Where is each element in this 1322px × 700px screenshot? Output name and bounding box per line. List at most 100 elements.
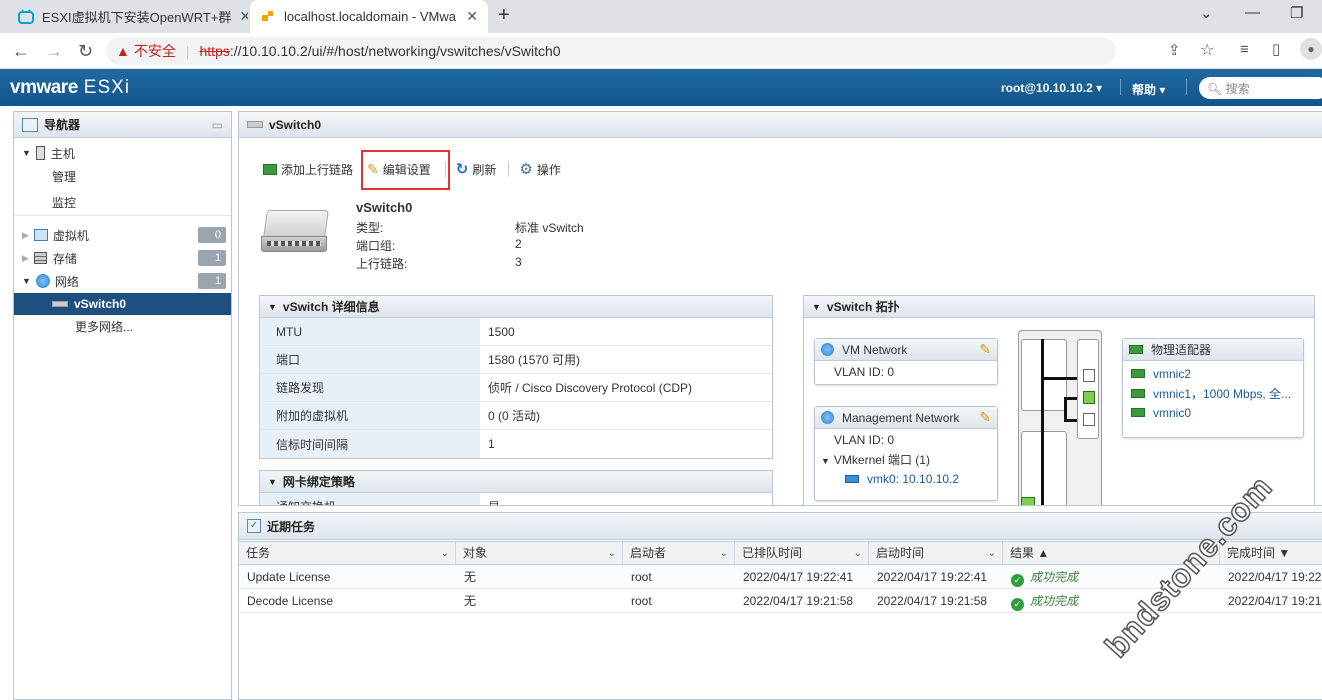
- chevron-down-icon[interactable]: ⌄: [441, 542, 449, 565]
- refresh-button[interactable]: ↻ 刷新: [456, 160, 497, 178]
- user-menu[interactable]: root@10.10.10.2 ▾: [1001, 81, 1102, 95]
- url-path: ://10.10.10.2/ui/#/host/networking/vswit…: [229, 43, 561, 59]
- column-header-queued[interactable]: 已排队时间 ⌄: [735, 542, 869, 565]
- task-name: Update License: [247, 570, 331, 584]
- physical-adapters-label: 物理适配器: [1151, 343, 1212, 357]
- network-globe-icon: [35, 274, 50, 288]
- vmk0-link[interactable]: vmk0: 10.10.10.2: [867, 472, 959, 486]
- column-header-label: 启动时间: [876, 546, 925, 560]
- nav-monitor-label: 监控: [52, 195, 77, 210]
- column-header-target[interactable]: 对象 ⌄: [456, 542, 623, 565]
- column-header-initiator[interactable]: 启动者 ⌄: [623, 542, 735, 565]
- host-icon: [35, 146, 45, 160]
- physical-adapters-card[interactable]: 物理适配器 vmnic2 vmnic1，1000 Mbps, 全... vmni…: [1122, 338, 1304, 438]
- collapse-icon[interactable]: ▼: [268, 477, 277, 487]
- vm-network-card[interactable]: VM Network ✎ VLAN ID: 0: [814, 338, 998, 385]
- divider: [508, 161, 510, 177]
- detail-row: 附加的虚拟机 0 (0 活动): [260, 402, 772, 430]
- port-icon: [1083, 369, 1095, 382]
- port-icon: [1083, 391, 1095, 404]
- add-uplink-button[interactable]: 添加上行链路: [263, 161, 353, 178]
- warning-icon: ▲: [116, 43, 130, 59]
- pencil-icon[interactable]: ✎: [979, 409, 991, 426]
- column-header-task[interactable]: 任务 ⌄: [239, 542, 456, 565]
- search-icon: 🔍︎: [1207, 82, 1223, 96]
- detail-key: MTU: [260, 318, 480, 345]
- expand-icon[interactable]: ▼: [22, 276, 31, 286]
- chevron-down-icon[interactable]: ⌄: [608, 542, 616, 565]
- chevron-down-icon[interactable]: ⌄: [720, 542, 728, 565]
- port-icon: [1021, 497, 1035, 505]
- nav-item-storage[interactable]: ▶ 存储 1: [14, 247, 231, 269]
- task-target: 无: [464, 570, 477, 584]
- vmnic-link[interactable]: vmnic2: [1153, 367, 1191, 381]
- collapse-icon[interactable]: ▼: [268, 302, 277, 312]
- nav-item-network[interactable]: ▼ 网络 1: [14, 270, 231, 292]
- back-arrow-icon[interactable]: ←: [12, 41, 30, 62]
- nav-item-host[interactable]: ▼ 主机: [14, 142, 231, 164]
- detail-row: 链路发现 侦听 / Cisco Discovery Protocol (CDP): [260, 374, 772, 402]
- chevron-down-icon[interactable]: ⌄: [1200, 4, 1213, 22]
- details-header[interactable]: ▼ vSwitch 详细信息: [260, 296, 772, 318]
- share-icon[interactable]: ⇪: [1168, 41, 1181, 59]
- tasks-table-header: 任务 ⌄ 对象 ⌄ 启动者 ⌄ 已排队时间 ⌄ 启动时间 ⌄ 结果 ▲ ⌄ 完成时间 ▼: [239, 541, 1322, 565]
- reload-icon[interactable]: ↻: [78, 41, 93, 62]
- close-icon[interactable]: ✕: [231, 8, 248, 25]
- chevron-down-icon[interactable]: ⌄: [988, 542, 996, 565]
- vmnic-link[interactable]: vmnic0: [1153, 406, 1191, 420]
- nav-item-vms[interactable]: ▶ 虚拟机 0: [14, 224, 231, 246]
- browser-tab-1-title: ESXI虚拟机下安装OpenWRT+群: [42, 10, 232, 25]
- new-tab-icon[interactable]: +: [498, 4, 510, 27]
- chevron-down-icon[interactable]: ⌄: [854, 542, 862, 565]
- search-input[interactable]: 🔍︎ 搜索: [1199, 77, 1322, 99]
- detail-key: 端口: [260, 346, 480, 373]
- nav-vswitch-label: vSwitch0: [74, 297, 127, 311]
- pencil-icon[interactable]: ✎: [979, 341, 991, 358]
- navigator-icon: [22, 117, 38, 132]
- topology-header[interactable]: ▼ vSwitch 拓扑: [804, 296, 1314, 318]
- detail-row: 端口 1580 (1570 可用): [260, 346, 772, 374]
- vmnic-link[interactable]: vmnic1，1000 Mbps, 全...: [1153, 387, 1291, 401]
- nav-item-monitor[interactable]: 监控: [14, 191, 231, 213]
- url-field[interactable]: ▲ 不安全 | https ://10.10.10.2/ui/#/host/ne…: [106, 37, 1116, 65]
- detail-row: MTU 1500: [260, 318, 772, 346]
- collapse-pane-icon[interactable]: ▭: [212, 118, 223, 132]
- actions-button[interactable]: ⚙ 操作: [519, 160, 560, 178]
- expand-icon[interactable]: ▼: [821, 456, 830, 466]
- divider: [14, 215, 231, 216]
- vmkernel-ports-label: VMkernel 端口 (1): [833, 453, 930, 467]
- nav-item-manage[interactable]: 管理: [14, 165, 231, 187]
- close-icon[interactable]: ✕: [458, 8, 478, 25]
- nav-item-more-networks[interactable]: 更多网络...: [14, 315, 231, 337]
- collapse-icon[interactable]: ▼: [812, 302, 821, 312]
- browser-tab-1[interactable]: ESXI虚拟机下安装OpenWRT+群 ✕: [8, 0, 248, 33]
- browser-tab-2[interactable]: localhost.localdomain - VMwa ✕: [250, 0, 488, 33]
- profile-avatar-icon[interactable]: ●: [1300, 38, 1322, 60]
- actions-label: 操作: [536, 162, 561, 177]
- restore-icon[interactable]: ❐: [1290, 4, 1303, 22]
- switch-diagram: [1018, 330, 1102, 505]
- expand-icon[interactable]: ▶: [22, 230, 29, 241]
- expand-icon[interactable]: ▼: [22, 148, 31, 158]
- expand-icon[interactable]: ▶: [22, 253, 29, 264]
- forward-arrow-icon[interactable]: →: [45, 41, 63, 62]
- side-panel-icon[interactable]: ▯: [1272, 40, 1280, 58]
- nav-item-vswitch0[interactable]: vSwitch0: [14, 293, 231, 315]
- type-label: 类型:: [356, 221, 384, 235]
- vswitch-pane: vSwitch0 添加上行链路 ✎ 编辑设置 ↻ 刷新 ⚙ 操作 vSwitch…: [238, 111, 1322, 506]
- minimize-icon[interactable]: —: [1245, 4, 1260, 21]
- bookmark-star-icon[interactable]: ☆: [1200, 40, 1214, 60]
- task-initiator: root: [631, 570, 652, 584]
- task-start-time: 2022/04/17 19:21:58: [877, 594, 988, 608]
- help-menu[interactable]: 帮助 ▾: [1132, 81, 1165, 98]
- column-header-label: 启动者: [630, 546, 667, 560]
- column-header-completed[interactable]: 完成时间 ▼: [1220, 542, 1322, 565]
- task-complete-time: 2022/04/17 19:21:58: [1228, 594, 1322, 608]
- navigator-title: 导航器: [44, 118, 81, 132]
- vmware-logo: vmware ESXi: [10, 77, 131, 98]
- column-header-started[interactable]: 启动时间 ⌄: [869, 542, 1003, 565]
- nic-teaming-header[interactable]: ▼ 网卡绑定策略: [260, 471, 772, 493]
- reading-list-icon[interactable]: ≡: [1240, 41, 1249, 58]
- management-network-card[interactable]: Management Network ✎ VLAN ID: 0 ▼ VMkernel…: [814, 406, 998, 501]
- vm-icon: [33, 229, 48, 241]
